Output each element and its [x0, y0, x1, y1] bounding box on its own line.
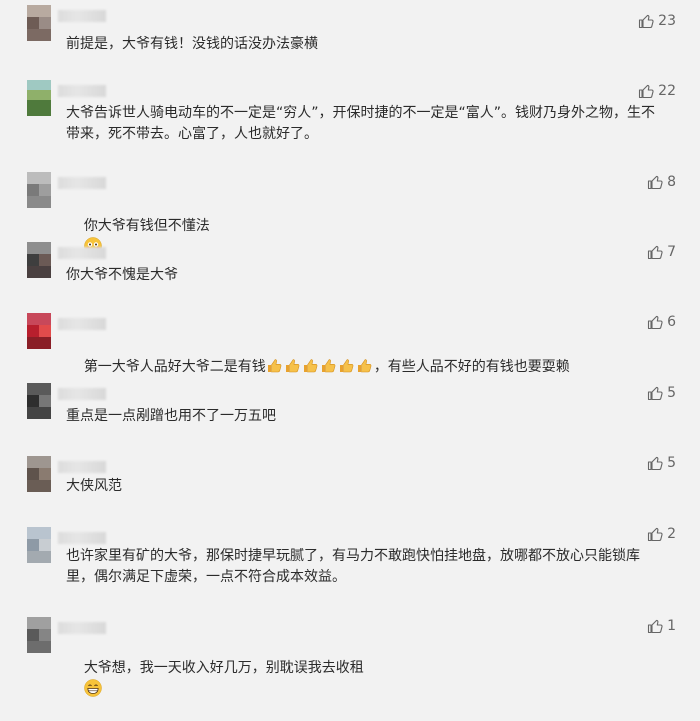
comment-text: 大爷想，我一天收入好几万，别耽误我去收租	[66, 637, 666, 721]
like-button[interactable]: 6	[647, 313, 676, 331]
thumbs-up-emoji	[357, 359, 372, 373]
like-button[interactable]: 8	[647, 173, 676, 191]
like-button[interactable]: 2	[647, 525, 676, 543]
like-count: 1	[667, 618, 676, 634]
avatar[interactable]	[27, 80, 51, 116]
thumbs-up-icon	[648, 386, 663, 401]
comment-text: 前提是，大爷有钱！没钱的话没办法豪横	[66, 36, 318, 52]
avatar[interactable]	[27, 5, 51, 41]
comment-text-content: 大爷想，我一天收入好几万，别耽误我去收租	[83, 660, 364, 676]
comment-text: 重点是一点剐蹭也用不了一万五吧	[66, 408, 276, 424]
thumbs-up-icon	[648, 619, 663, 634]
like-count: 23	[658, 13, 676, 29]
thumbs-up-icon	[648, 527, 663, 542]
like-button[interactable]: 1	[647, 617, 676, 635]
thumbs-up-emoji	[267, 359, 282, 373]
username-blurred[interactable]	[58, 622, 106, 634]
thumbs-up-icon	[639, 14, 654, 29]
thumbs-up-emoji	[285, 359, 300, 373]
like-button[interactable]: 5	[647, 384, 676, 402]
like-button[interactable]: 22	[638, 82, 676, 100]
avatar[interactable]	[27, 456, 51, 492]
comment-text: 第一大爷人品好大爷二是有钱 ，有些人品不好的有钱也要耍赖	[66, 336, 666, 399]
like-button[interactable]: 23	[638, 12, 676, 30]
thumbs-up-icon	[648, 175, 663, 190]
like-button[interactable]: 7	[647, 243, 676, 261]
thumbs-up-emoji	[339, 359, 354, 373]
like-button[interactable]: 5	[647, 454, 676, 472]
comment-text-part: 第一大爷人品好大爷二是有钱	[83, 359, 266, 375]
username-blurred[interactable]	[58, 177, 106, 189]
thumbs-up-icon	[648, 315, 663, 330]
like-count: 5	[667, 455, 676, 471]
comment-text: 你大爷不愧是大爷	[66, 267, 178, 283]
comment-text: 大爷告诉世人骑电动车的不一定是“穷人”，开保时捷的不一定是“富人”。钱财乃身外之…	[66, 105, 656, 142]
like-count: 6	[667, 314, 676, 330]
avatar[interactable]	[27, 383, 51, 419]
like-count: 2	[667, 526, 676, 542]
thumbs-up-emoji	[303, 359, 318, 373]
username-blurred[interactable]	[58, 532, 106, 544]
avatar[interactable]	[27, 527, 51, 563]
comment-text-part: ，有些人品不好的有钱也要耍赖	[373, 359, 570, 375]
avatar[interactable]	[27, 617, 51, 653]
avatar[interactable]	[27, 172, 51, 208]
thumbs-up-icon	[648, 245, 663, 260]
username-blurred[interactable]	[58, 85, 106, 97]
comment-text: 也许家里有矿的大爷，那保时捷早玩腻了，有马力不敢跑快怕挂地盘，放哪都不放心只能锁…	[66, 548, 640, 585]
username-blurred[interactable]	[58, 461, 106, 473]
username-blurred[interactable]	[58, 247, 106, 259]
thumbs-up-icon	[639, 84, 654, 99]
username-blurred[interactable]	[58, 10, 106, 22]
username-blurred[interactable]	[58, 318, 106, 330]
like-count: 8	[667, 174, 676, 190]
like-count: 22	[658, 83, 676, 99]
thumbs-up-emoji	[321, 359, 336, 373]
like-count: 7	[667, 244, 676, 260]
comment-text-content: 你大爷有钱但不懂法	[83, 218, 210, 234]
thumbs-up-icon	[648, 456, 663, 471]
like-count: 5	[667, 385, 676, 401]
avatar[interactable]	[27, 313, 51, 349]
avatar[interactable]	[27, 242, 51, 278]
grinning-face-emoji	[84, 679, 102, 697]
username-blurred[interactable]	[58, 388, 106, 400]
comment-text: 大侠风范	[66, 478, 122, 494]
